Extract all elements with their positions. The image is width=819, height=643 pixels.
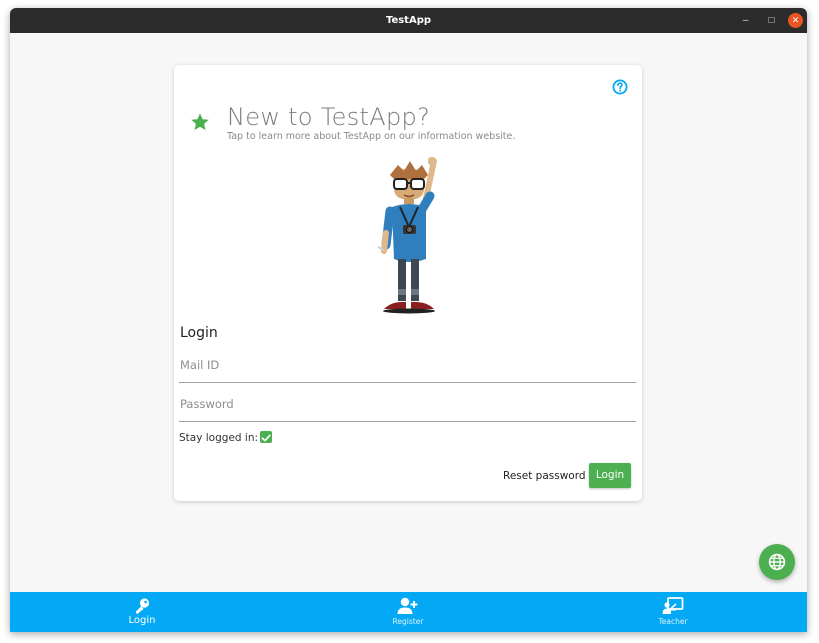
close-button[interactable]: ✕	[788, 13, 803, 28]
nav-label-register: Register	[392, 617, 424, 626]
nav-label-teacher: Teacher	[658, 617, 688, 626]
login-heading: Login	[180, 325, 218, 341]
mail-field	[179, 348, 637, 383]
promo-subtitle: Tap to learn more about TestApp on our i…	[227, 131, 516, 142]
info-website-link[interactable]: New to TestApp? Tap to learn more about …	[227, 103, 607, 143]
star-icon	[190, 112, 210, 132]
nav-item-teacher[interactable]: Teacher	[623, 592, 723, 632]
promo-title: New to TestApp?	[227, 103, 431, 131]
presentation-board-icon	[662, 597, 684, 614]
language-fab-button[interactable]	[759, 544, 795, 580]
stay-logged-in-checkbox[interactable]	[260, 431, 272, 443]
nav-label-login: Login	[128, 615, 156, 626]
app-window: TestApp – □ ✕ New to TestApp? Tap to lea…	[10, 8, 807, 632]
key-icon	[136, 598, 150, 614]
globe-icon	[768, 553, 786, 571]
bottom-navigation: Login Register Teacher	[10, 592, 807, 632]
reset-password-button[interactable]: Reset password	[497, 464, 592, 488]
maximize-button[interactable]: □	[764, 13, 779, 28]
help-circle-icon[interactable]	[612, 79, 628, 95]
login-submit-button[interactable]: Login	[589, 463, 631, 488]
password-input[interactable]	[179, 387, 637, 421]
password-field	[179, 387, 637, 422]
login-card: New to TestApp? Tap to learn more about …	[174, 65, 642, 501]
check-icon	[261, 434, 271, 442]
mail-input[interactable]	[179, 348, 637, 382]
nav-item-login[interactable]: Login	[92, 592, 192, 632]
nav-item-register[interactable]: Register	[358, 592, 458, 632]
mascot-illustration	[364, 151, 454, 315]
minimize-button[interactable]: –	[738, 13, 753, 28]
title-bar: TestApp – □ ✕	[10, 8, 807, 33]
stay-logged-in-label: Stay logged in:	[179, 432, 259, 444]
window-title: TestApp	[385, 15, 432, 26]
add-user-icon	[397, 597, 418, 614]
